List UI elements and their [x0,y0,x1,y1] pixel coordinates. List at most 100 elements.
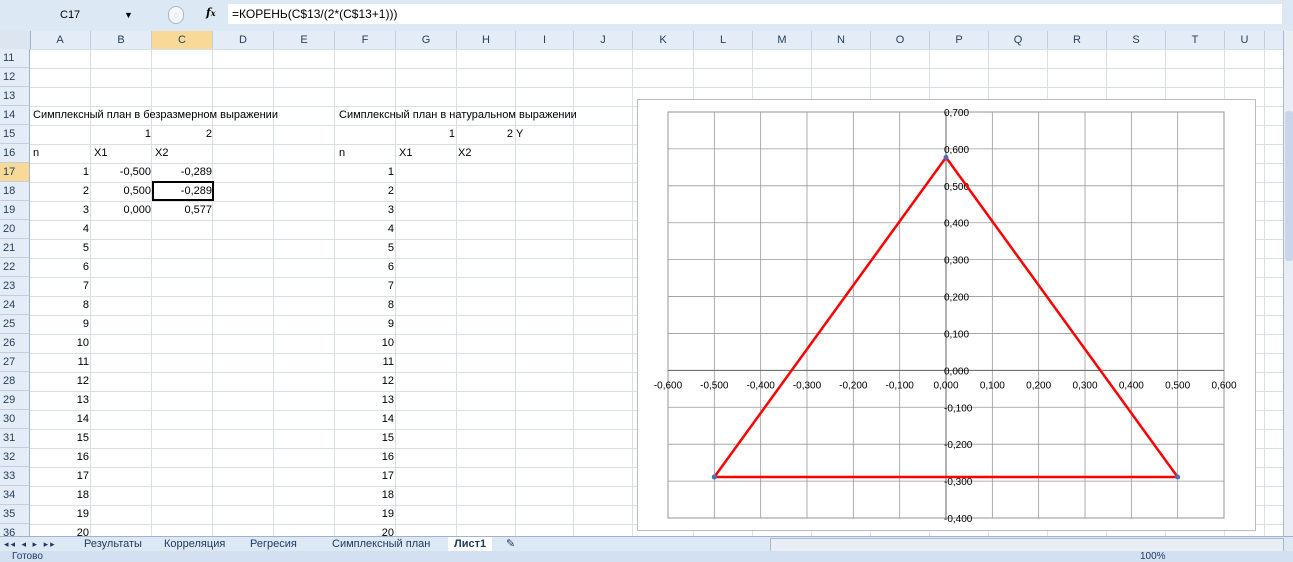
left-n-cell[interactable]: 3 [31,201,89,220]
right-n-cell[interactable]: 7 [336,277,394,296]
scatter-chart[interactable]: -0,600 -0,500 -0,400 -0,300 -0,200 -0,100 0,00… [637,99,1256,531]
cell-C14[interactable]: X2 [155,144,168,163]
row-header-17[interactable]: 17 [0,163,30,182]
row-header-34[interactable]: 34 [0,486,30,505]
row-header-14[interactable]: 14 [0,106,30,125]
right-n-cell[interactable]: 5 [336,239,394,258]
row-header-28[interactable]: 28 [0,372,30,391]
sheet-tab[interactable]: Симплексный план [326,537,436,551]
cell-B13[interactable]: 1 [92,125,151,144]
column-header-L[interactable]: L [694,31,753,49]
right-n-cell[interactable]: 8 [336,296,394,315]
sheet-tab[interactable]: Результаты [78,537,148,551]
row-header-12[interactable]: 12 [0,68,30,87]
cell-H13[interactable]: 2 [456,125,513,144]
formula-input[interactable]: =КОРЕНЬ(C$13/(2*(C$13+1))) [228,4,1282,24]
left-n-cell[interactable]: 12 [31,372,89,391]
cell-F14[interactable]: n [339,144,345,163]
column-header-Q[interactable]: Q [989,31,1048,49]
left-n-cell[interactable]: 5 [31,239,89,258]
left-x2-cell[interactable]: -0,289 [153,163,212,182]
left-n-cell[interactable]: 2 [31,182,89,201]
row-header-13[interactable]: 13 [0,87,30,106]
right-n-cell[interactable]: 4 [336,220,394,239]
row-header-15[interactable]: 15 [0,125,30,144]
row-header-26[interactable]: 26 [0,334,30,353]
column-header-R[interactable]: R [1048,31,1107,49]
row-header-30[interactable]: 30 [0,410,30,429]
vertical-scrollbar[interactable] [1283,31,1293,536]
cell-I13[interactable]: Y [516,125,523,144]
left-x1-cell[interactable]: 0,500 [92,182,151,201]
left-n-cell[interactable]: 11 [31,353,89,372]
column-header-J[interactable]: J [574,31,633,49]
right-n-cell[interactable]: 13 [336,391,394,410]
sheet-tab[interactable]: Регресия [244,537,303,551]
left-x2-cell[interactable]: 0,577 [153,201,212,220]
row-header-35[interactable]: 35 [0,505,30,524]
column-header-D[interactable]: D [213,31,274,49]
insert-function-icon[interactable]: fx [206,6,216,19]
tab-nav-arrows-icon[interactable]: ◂◂ ◂ ▸ ▸▸ [4,537,57,551]
left-n-cell[interactable]: 10 [31,334,89,353]
vertical-scroll-thumb[interactable] [1285,111,1293,261]
column-header-G[interactable]: G [396,31,457,49]
right-n-cell[interactable]: 18 [336,486,394,505]
column-header-E[interactable]: E [274,31,335,49]
column-header-F[interactable]: F [335,31,396,49]
sheet-tab[interactable]: Лист1 [448,537,493,551]
right-n-cell[interactable]: 15 [336,429,394,448]
zoom-level[interactable]: 100% [1140,551,1166,562]
right-n-cell[interactable]: 10 [336,334,394,353]
row-header-31[interactable]: 31 [0,429,30,448]
right-n-cell[interactable]: 19 [336,505,394,524]
right-n-cell[interactable]: 6 [336,258,394,277]
worksheet-grid[interactable]: ABCDEFGHIJKLMNOPQRSTU 11 12 13 14 15 16 17 18 19… [0,31,1283,536]
cell-G14[interactable]: X1 [399,144,412,163]
left-x1-cell[interactable]: -0,500 [92,163,151,182]
row-header-18[interactable]: 18 [0,182,30,201]
row-header-19[interactable]: 19 [0,201,30,220]
column-header-P[interactable]: P [930,31,989,49]
left-n-cell[interactable]: 19 [31,505,89,524]
left-n-cell[interactable]: 14 [31,410,89,429]
column-header-A[interactable]: A [30,31,91,49]
name-box[interactable]: C17 ▼ [30,6,150,24]
column-header-K[interactable]: K [633,31,694,49]
row-header-22[interactable]: 22 [0,258,30,277]
right-n-cell[interactable]: 1 [336,163,394,182]
left-x1-cell[interactable]: 0,000 [92,201,151,220]
row-header-20[interactable]: 20 [0,220,30,239]
column-header-O[interactable]: O [871,31,930,49]
left-n-cell[interactable]: 17 [31,467,89,486]
column-header-N[interactable]: N [812,31,871,49]
cell-A14[interactable]: n [33,144,39,163]
column-header-I[interactable]: I [516,31,574,49]
right-n-cell[interactable]: 17 [336,467,394,486]
right-n-cell[interactable]: 16 [336,448,394,467]
left-n-cell[interactable]: 8 [31,296,89,315]
left-n-cell[interactable]: 15 [31,429,89,448]
chevron-down-icon[interactable]: ▼ [124,6,133,24]
left-n-cell[interactable]: 9 [31,315,89,334]
left-n-cell[interactable]: 7 [31,277,89,296]
column-header-C[interactable]: C [152,31,213,49]
cell-H14[interactable]: X2 [458,144,471,163]
column-header-M[interactable]: M [753,31,812,49]
cell-C13[interactable]: 2 [153,125,212,144]
row-header-32[interactable]: 32 [0,448,30,467]
row-header-23[interactable]: 23 [0,277,30,296]
selected-cell-C17[interactable] [152,181,214,201]
left-n-cell[interactable]: 6 [31,258,89,277]
column-header-T[interactable]: T [1166,31,1225,49]
row-header-25[interactable]: 25 [0,315,30,334]
right-n-cell[interactable]: 11 [336,353,394,372]
insert-sheet-icon[interactable]: ✎ [500,537,521,551]
left-n-cell[interactable]: 4 [31,220,89,239]
column-header-H[interactable]: H [457,31,516,49]
row-header-36[interactable]: 36 [0,524,30,536]
row-header-29[interactable]: 29 [0,391,30,410]
column-header-B[interactable]: B [91,31,152,49]
cancel-icon[interactable]: ◌ [168,6,184,24]
left-table-title[interactable]: Симплексный план в безразмерном выражени… [33,106,278,125]
